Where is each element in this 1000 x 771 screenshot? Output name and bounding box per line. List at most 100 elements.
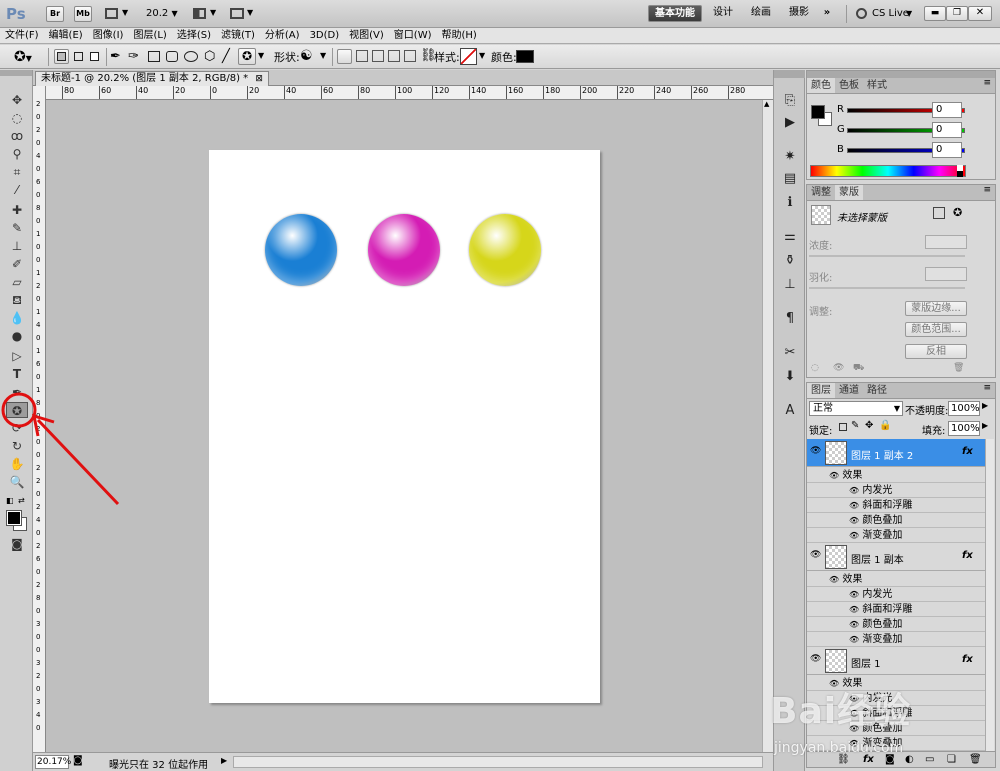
arrange-documents-button[interactable]: ▼: [192, 6, 220, 22]
tab-color[interactable]: 颜色: [807, 78, 835, 93]
effect-item[interactable]: 👁 斜面和浮雕: [807, 498, 985, 513]
custom-shape-tool-icon[interactable]: ✪: [6, 402, 28, 418]
menu-view[interactable]: 视图(V): [344, 28, 389, 43]
freeform-pen-button[interactable]: ✑: [128, 49, 139, 64]
histogram-panel-icon[interactable]: ▤: [780, 170, 800, 188]
color-swatch[interactable]: [516, 50, 534, 63]
workspace-essentials[interactable]: 基本功能: [648, 5, 702, 22]
document-canvas[interactable]: [209, 150, 600, 703]
effect-item[interactable]: 👁 斜面和浮雕: [807, 602, 985, 617]
tab-swatches[interactable]: 色板: [835, 78, 863, 93]
tab-layers[interactable]: 图层: [807, 383, 835, 398]
cs-live-button[interactable]: CS Live ▼: [856, 6, 916, 22]
menu-filter[interactable]: 滤镜(T): [216, 28, 260, 43]
vertical-scrollbar[interactable]: ▲: [762, 100, 773, 752]
fill-pixels-mode-button[interactable]: [88, 50, 101, 63]
status-zoom[interactable]: 20.17%: [35, 755, 71, 769]
mini-bridge-button[interactable]: Mb: [74, 6, 92, 22]
zoom-level-dropdown[interactable]: 20.2 ▼: [146, 6, 182, 22]
close-button[interactable]: ✕: [968, 6, 992, 21]
polygon-tool-button[interactable]: ⬡: [204, 49, 215, 64]
disable-mask-icon[interactable]: ⛟: [853, 363, 864, 374]
layer-name[interactable]: 图层 1: [851, 655, 881, 670]
channel-g-value[interactable]: 0: [932, 122, 962, 138]
color-panel-foreground-swatch[interactable]: [811, 105, 825, 119]
crop-tool-icon[interactable]: ⌗: [6, 164, 28, 180]
paths-mode-button[interactable]: [72, 50, 85, 63]
healing-brush-tool-icon[interactable]: ✚: [6, 202, 28, 218]
tab-adjustments[interactable]: 调整: [807, 185, 835, 200]
lock-position-icon[interactable]: ✥: [865, 420, 873, 431]
info-panel-icon[interactable]: ℹ: [780, 194, 800, 212]
geometry-options-dropdown[interactable]: ▼: [258, 51, 264, 60]
3d-panel-icon[interactable]: ✂: [780, 344, 800, 362]
lock-transparent-icon[interactable]: [839, 423, 847, 431]
path-selection-tool-icon[interactable]: ▷: [6, 348, 28, 364]
brush-preset-panel-icon[interactable]: ⚌: [780, 228, 800, 246]
effects-group[interactable]: 👁 效果: [807, 572, 985, 587]
history-brush-tool-icon[interactable]: ✐: [6, 256, 28, 272]
layer-name[interactable]: 图层 1 副本: [851, 551, 904, 566]
dodge-tool-icon[interactable]: ●: [6, 328, 28, 344]
ellipse-tool-button[interactable]: [184, 51, 198, 62]
document-tab[interactable]: 未标题-1 @ 20.2% (图层 1 副本 2, RGB/8) * ⊠: [35, 71, 269, 86]
lock-image-icon[interactable]: ✎: [851, 420, 859, 431]
panel-menu-icon[interactable]: ≡: [983, 185, 991, 195]
effect-item[interactable]: 👁 颜色叠加: [807, 513, 985, 528]
foreground-color-swatch[interactable]: [6, 510, 22, 526]
dock-header[interactable]: [774, 70, 805, 78]
effect-eye-icon[interactable]: 👁: [849, 635, 859, 644]
effect-item[interactable]: 👁 渐变叠加: [807, 632, 985, 647]
menu-edit[interactable]: 编辑(E): [44, 28, 88, 43]
panel-menu-icon[interactable]: ≡: [983, 78, 991, 88]
menu-window[interactable]: 窗口(W): [389, 28, 437, 43]
lock-all-icon[interactable]: 🔒: [879, 420, 891, 431]
character-panel-icon[interactable]: A: [780, 402, 800, 420]
toolbox-header[interactable]: [0, 70, 32, 76]
panel-menu-icon[interactable]: ≡: [983, 383, 991, 393]
new-shape-layer-button[interactable]: [337, 49, 352, 64]
effect-item[interactable]: 👁 渐变叠加: [807, 528, 985, 543]
effect-eye-icon[interactable]: 👁: [849, 531, 859, 540]
load-selection-icon[interactable]: ◌: [811, 363, 819, 373]
more-workspaces-button[interactable]: »: [818, 5, 836, 22]
subtract-from-shape-area-button[interactable]: [372, 50, 384, 62]
layer-row[interactable]: 👁 图层 1 fx: [807, 647, 985, 675]
new-layer-icon[interactable]: ❏: [947, 752, 956, 767]
menu-help[interactable]: 帮助(H): [437, 28, 482, 43]
horizontal-scrollbar[interactable]: [233, 756, 763, 768]
color-range-button[interactable]: 颜色范围...: [905, 322, 967, 337]
color-spectrum-ramp[interactable]: [810, 165, 966, 177]
feather-slider[interactable]: [809, 287, 965, 289]
effects-group[interactable]: 👁 效果: [807, 468, 985, 483]
effect-item[interactable]: 👁 内发光: [807, 587, 985, 602]
layers-scrollbar[interactable]: [985, 439, 994, 751]
shape-layers-mode-button[interactable]: [54, 49, 69, 64]
minimize-button[interactable]: ▬: [924, 6, 946, 21]
pixel-mask-icon[interactable]: [933, 207, 945, 219]
lasso-tool-icon[interactable]: ꝏ: [6, 128, 28, 144]
opacity-input[interactable]: 100%: [948, 401, 980, 416]
vertical-ruler[interactable]: 2 0 2 0 4 0 6 0 8 0 1 0 0 1 2 0 1 4 0 1 6 0 1 8 0 2 0 0 2 2 0 2 4 0 2 6 0 2 8 0…: [33, 86, 46, 752]
layer-name[interactable]: 图层 1 副本 2: [851, 447, 913, 462]
delete-mask-icon[interactable]: 🗑: [953, 363, 964, 373]
paragraph-panel-icon[interactable]: ¶: [780, 310, 800, 328]
visibility-eye-icon[interactable]: 👁: [810, 550, 821, 560]
effect-eye-icon[interactable]: 👁: [849, 486, 859, 495]
brush-tool-icon[interactable]: ✎: [6, 220, 28, 236]
shape-picker[interactable]: ☯: [300, 48, 318, 65]
tool-preset-picker[interactable]: ✪▼: [14, 49, 32, 65]
clone-stamp-tool-icon[interactable]: ⊥: [6, 238, 28, 254]
hand-tool-icon[interactable]: ✋: [6, 456, 28, 472]
eyedropper-tool-icon[interactable]: ⁄: [6, 182, 28, 198]
clone-source-panel-icon[interactable]: ⚱: [780, 252, 800, 270]
menu-3d[interactable]: 3D(D): [305, 28, 345, 43]
rounded-rectangle-tool-button[interactable]: [166, 51, 178, 62]
effect-item[interactable]: 👁 内发光: [807, 483, 985, 498]
style-picker[interactable]: [460, 48, 477, 65]
navigator-panel-icon[interactable]: ✷: [780, 148, 800, 166]
tab-masks[interactable]: 蒙版: [835, 185, 863, 200]
menu-select[interactable]: 选择(S): [172, 28, 216, 43]
fill-arrow-icon[interactable]: ▶: [982, 421, 988, 430]
delete-layer-icon[interactable]: 🗑: [969, 752, 982, 767]
